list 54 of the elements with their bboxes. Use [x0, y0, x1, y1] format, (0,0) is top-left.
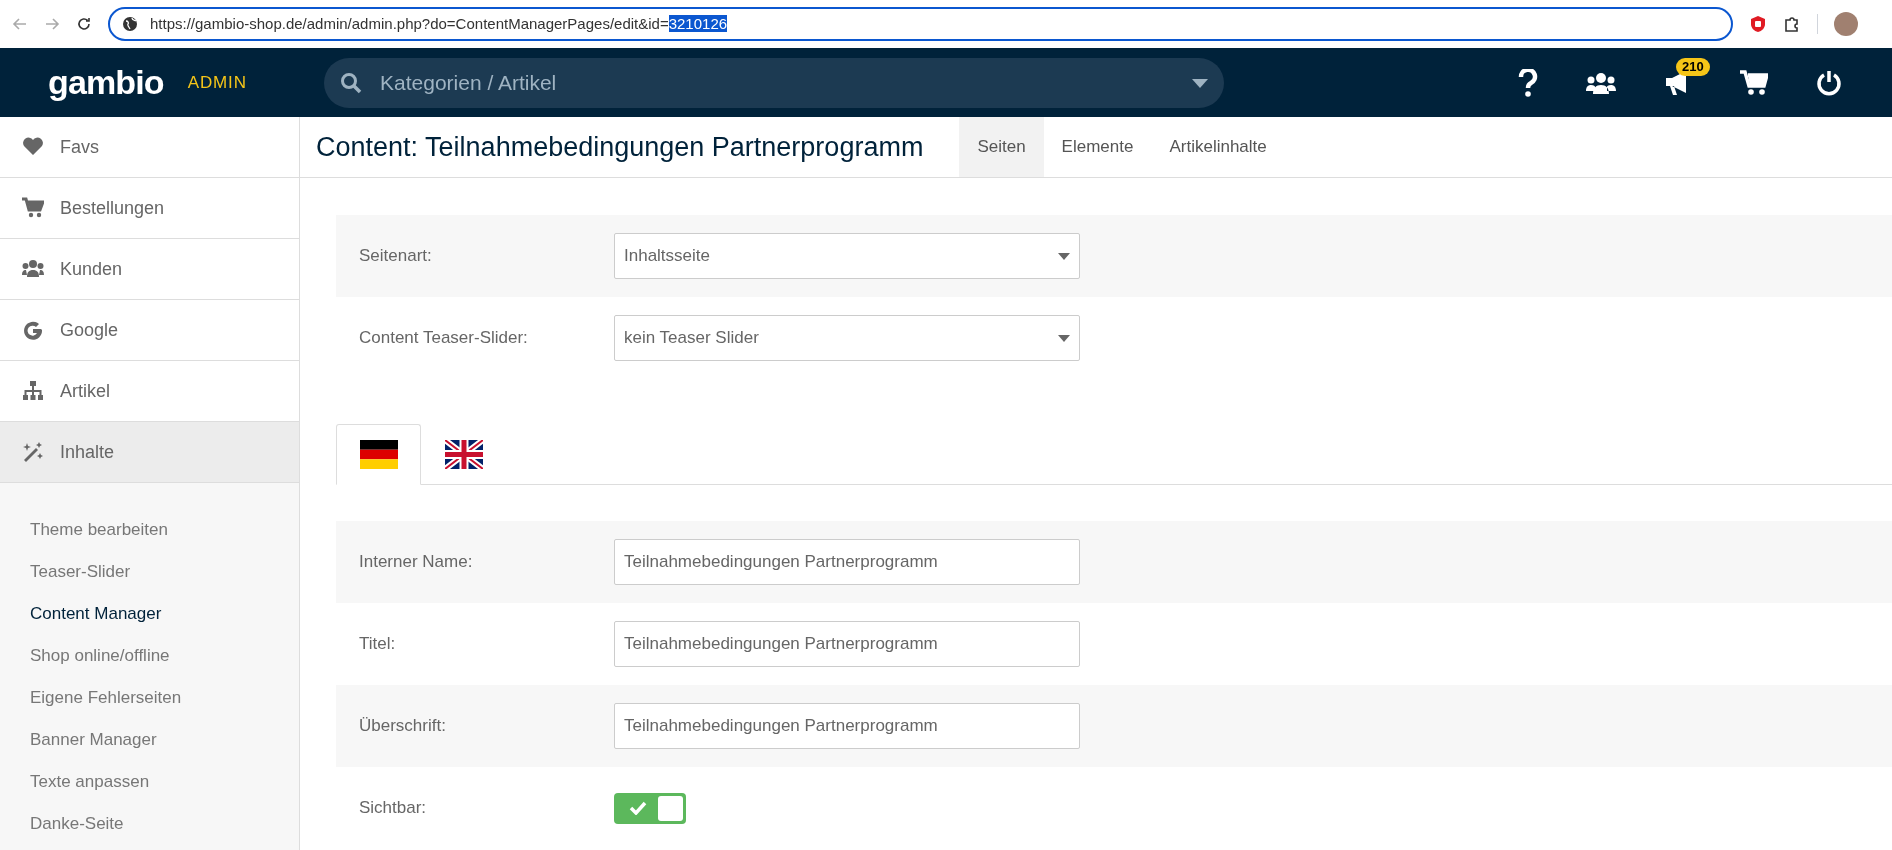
search-field[interactable]: Kategorien / Artikel [324, 57, 1224, 108]
search-icon [340, 71, 362, 94]
submenu-item[interactable]: Texte anpassen [0, 761, 299, 803]
flag-icon [359, 440, 398, 469]
globe-icon [122, 16, 138, 32]
submenu-item[interactable]: Eigene Fehlerseiten [0, 677, 299, 719]
submenu-item[interactable]: Banner Manager [0, 719, 299, 761]
field-label: Seitenart: [359, 245, 433, 268]
sidebar-item[interactable]: Inhalte [0, 422, 299, 483]
users-icon[interactable] [1586, 71, 1616, 94]
logo-subtitle: ADMIN [187, 71, 247, 94]
submenu-item[interactable]: Content Manager [0, 593, 299, 635]
caret-icon [1058, 334, 1070, 342]
field-label: Sichtbar: [359, 797, 428, 820]
cart-icon[interactable] [1740, 69, 1768, 96]
url-text: https://gambio-shop.de/admin/admin.php?do=ContentManagerPages/edit&id=3210126 [150, 13, 728, 34]
shield-icon[interactable] [1749, 15, 1767, 33]
toggle-switch[interactable] [614, 792, 686, 824]
field-label: Titel: [359, 633, 397, 656]
input-field[interactable]: Teilnahmebedingungen Partnerprogramm [614, 539, 1080, 585]
reload-icon[interactable] [76, 16, 92, 32]
magic-icon [22, 441, 44, 463]
tab[interactable]: Seiten [959, 117, 1044, 177]
avatar-icon[interactable] [1834, 12, 1858, 36]
dropdown[interactable]: Inhaltsseite [614, 233, 1080, 279]
field-label: Überschrift: [359, 715, 447, 738]
google-icon [22, 319, 44, 341]
field-label: Content Teaser-Slider: [359, 327, 529, 350]
logo[interactable]: gambio [48, 57, 164, 108]
language-tab[interactable] [336, 424, 421, 485]
field-label: Interner Name: [359, 551, 474, 574]
power-icon[interactable] [1816, 69, 1842, 96]
submenu-item[interactable]: Teaser-Slider [0, 551, 299, 593]
tab[interactable]: Artikelinhalte [1151, 117, 1285, 177]
caret-icon [1192, 78, 1208, 88]
caret-icon [1058, 252, 1070, 260]
sitemap-icon [22, 380, 44, 402]
page-title: Content: Teilnahmebedingungen Partnerprogramm [315, 130, 925, 164]
submenu-item[interactable]: Theme bearbeiten [0, 509, 299, 551]
users-icon [22, 258, 44, 280]
heart-icon [22, 136, 44, 158]
help-icon[interactable] [1518, 68, 1538, 97]
address-bar[interactable]: https://gambio-shop.de/admin/admin.php?do=ContentManagerPages/edit&id=3210126 [108, 7, 1733, 41]
input-field[interactable]: Teilnahmebedingungen Partnerprogramm [614, 621, 1080, 667]
tab[interactable]: Elemente [1043, 117, 1152, 177]
puzzle-icon[interactable] [1783, 15, 1801, 33]
dropdown[interactable]: kein Teaser Slider [614, 315, 1080, 361]
submenu-item[interactable]: Shop online/offline [0, 635, 299, 677]
notification-badge: 210 [1676, 57, 1710, 76]
check-icon [629, 801, 647, 815]
submenu-item[interactable]: Danke-Seite [0, 803, 299, 845]
flag-icon [444, 440, 483, 469]
input-field[interactable]: Teilnahmebedingungen Partnerprogramm [614, 703, 1080, 749]
cart-icon [22, 197, 44, 219]
